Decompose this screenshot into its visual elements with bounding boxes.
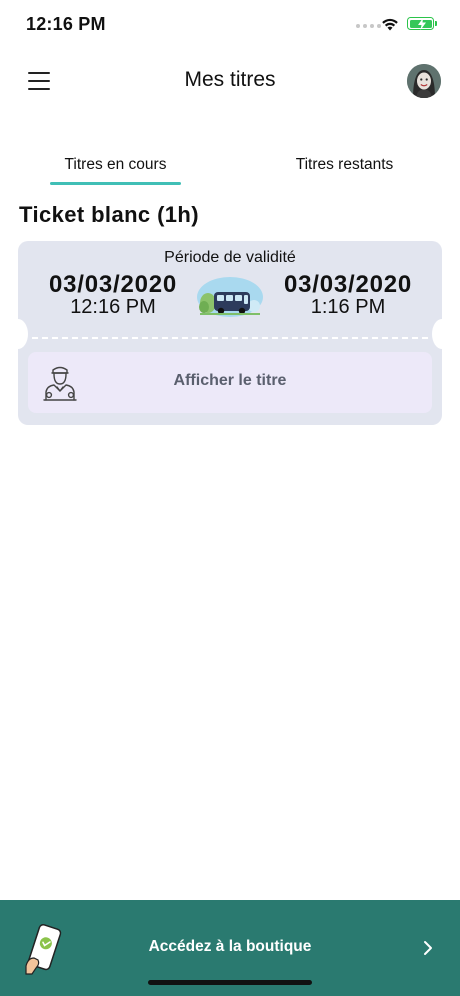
start-time: 12:16 PM — [70, 296, 156, 318]
active-tab-indicator — [50, 182, 181, 185]
ticket-notch-left — [8, 319, 28, 349]
tab-titres-en-cours[interactable]: Titres en cours — [50, 156, 181, 174]
status-bar: 12:16 PM — [0, 0, 460, 48]
start-date: 03/03/2020 — [48, 271, 178, 298]
show-ticket-label: Afficher le titre — [173, 372, 287, 389]
header: Mes titres — [0, 52, 460, 110]
signal-dots-icon — [356, 24, 381, 28]
end-date: 03/03/2020 — [283, 271, 413, 298]
wifi-icon — [382, 18, 398, 31]
page-title: Mes titres — [184, 68, 276, 91]
tab-titres-restants[interactable]: Titres restants — [272, 156, 417, 174]
bus-icon — [197, 277, 263, 317]
user-avatar[interactable] — [407, 64, 441, 98]
shop-label: Accédez à la boutique — [148, 938, 312, 955]
chevron-right-icon — [424, 941, 432, 955]
validity-label: Période de validité — [164, 249, 296, 266]
ticket-notch-right — [432, 319, 452, 349]
ticket-perforation — [32, 337, 428, 339]
home-indicator — [148, 980, 312, 985]
battery-cap — [435, 21, 437, 26]
tab-bar: Titres en cours Titres restants — [0, 148, 460, 190]
battery-charging-icon — [407, 17, 434, 30]
status-time: 12:16 PM — [26, 14, 106, 34]
end-time: 1:16 PM — [310, 296, 386, 318]
show-ticket-button[interactable]: Afficher le titre — [28, 352, 432, 413]
ticket-title: Ticket blanc (1h) — [19, 202, 199, 227]
ticket-card: Période de validité 03/03/2020 12:16 PM … — [8, 241, 452, 425]
